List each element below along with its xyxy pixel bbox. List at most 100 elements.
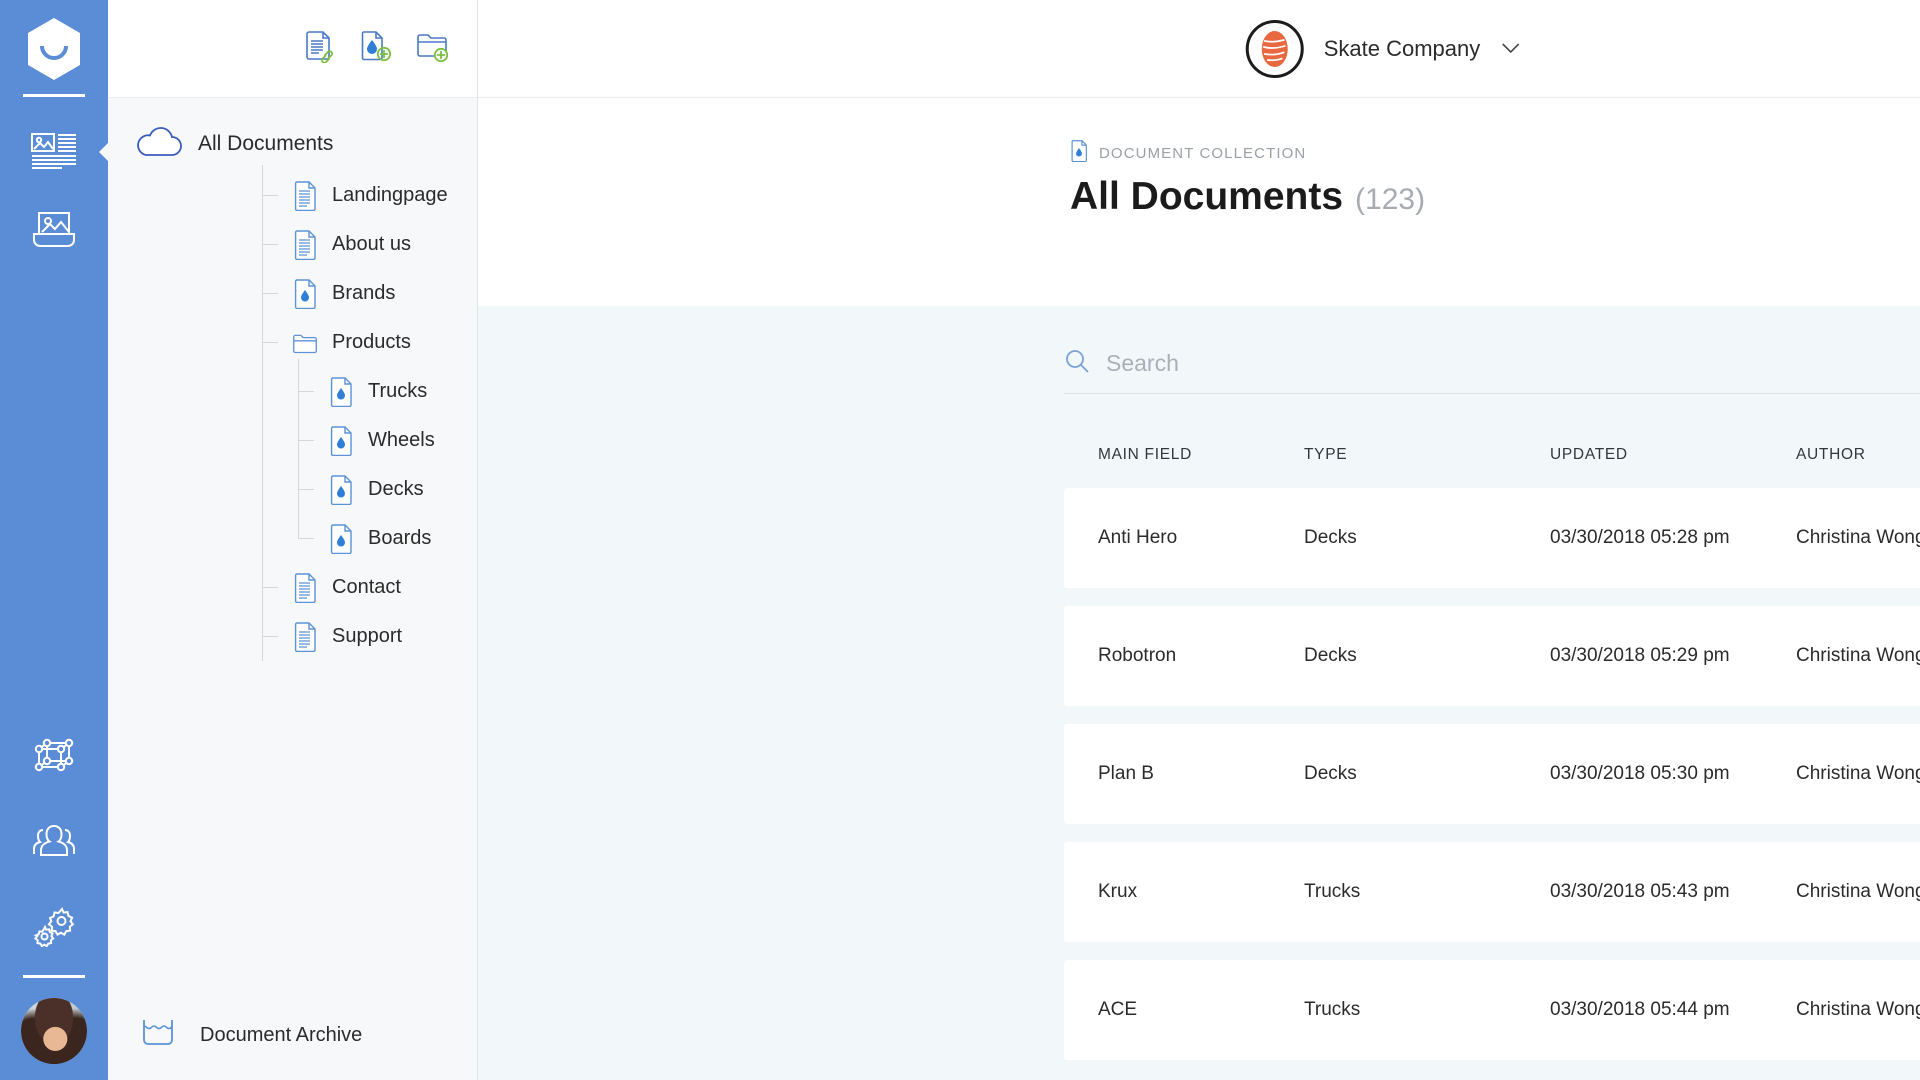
page-header-text: DOCUMENT COLLECTION All Documents (123) … bbox=[1070, 140, 1920, 219]
tree-connector bbox=[262, 636, 278, 637]
tree-connector bbox=[298, 489, 314, 490]
tree-connector bbox=[262, 293, 278, 294]
tree-connector bbox=[298, 538, 314, 539]
content-board: ALL TYPES MAIN FIELD TYPE UPDATED AUTHOR… bbox=[478, 306, 1920, 1080]
cell-author: Christina Wong bbox=[1796, 763, 1920, 784]
tree-item-brands[interactable]: Brands bbox=[172, 269, 477, 318]
sidebar-item-users[interactable] bbox=[27, 815, 81, 869]
tree-connector bbox=[298, 440, 314, 441]
sidebar-item-settings[interactable] bbox=[27, 899, 81, 953]
cell-updated: 03/30/2018 05:28 pm bbox=[1550, 527, 1730, 548]
tree-item-about-us[interactable]: About us bbox=[172, 220, 477, 269]
cell-type: Trucks bbox=[1304, 999, 1361, 1020]
tree-item-label: Brands bbox=[332, 282, 396, 304]
tree-item-label: Wheels bbox=[368, 429, 435, 451]
document-droplet-icon bbox=[328, 523, 354, 554]
archive-basket-icon bbox=[138, 1016, 180, 1055]
tree-item-contact[interactable]: Contact bbox=[172, 563, 477, 612]
tree-connector bbox=[262, 195, 278, 196]
folder-icon bbox=[292, 330, 318, 356]
document-droplet-icon bbox=[328, 474, 354, 505]
app-logo[interactable] bbox=[24, 16, 84, 82]
document-lines-icon bbox=[292, 621, 318, 652]
new-document-icon[interactable] bbox=[359, 29, 393, 68]
table-row[interactable]: Plan B Decks 03/30/2018 05:30 pm Christi… bbox=[1064, 724, 1920, 824]
brand-name: Skate Company bbox=[1323, 35, 1481, 61]
tree-item-boards[interactable]: Boards bbox=[208, 514, 477, 563]
tree-item-wheels[interactable]: Wheels bbox=[208, 416, 477, 465]
cell-type: Decks bbox=[1304, 763, 1357, 784]
document-droplet-icon bbox=[292, 278, 318, 309]
table-header-row: MAIN FIELD TYPE UPDATED AUTHOR STATUS bbox=[1064, 446, 1920, 488]
top-header: Skate Company bbox=[478, 0, 1920, 98]
table-row[interactable]: Krux Trucks 03/30/2018 05:43 pm Christin… bbox=[1064, 842, 1920, 942]
avatar[interactable] bbox=[21, 998, 87, 1064]
cell-main-field: Plan B bbox=[1098, 763, 1154, 784]
page-title-text: All Documents bbox=[1070, 175, 1344, 218]
new-folder-icon[interactable] bbox=[415, 29, 451, 68]
tree-connector bbox=[298, 391, 314, 392]
cell-updated: 03/30/2018 05:43 pm bbox=[1550, 881, 1730, 902]
tree-toolbar bbox=[108, 0, 477, 98]
search-icon bbox=[1064, 348, 1090, 379]
tree-item-all-documents[interactable]: All Documents bbox=[108, 116, 477, 171]
main-area: Skate Company DOCUMENT COLLECTION All Do… bbox=[478, 0, 1920, 1080]
tree-item-decks[interactable]: Decks bbox=[208, 465, 477, 514]
new-linked-document-icon[interactable] bbox=[303, 29, 337, 68]
column-header-updated: UPDATED bbox=[1550, 446, 1628, 463]
tree-item-label: Contact bbox=[332, 576, 401, 598]
brand-switcher[interactable]: Skate Company bbox=[1245, 19, 1521, 78]
cell-updated: 03/30/2018 05:30 pm bbox=[1550, 763, 1730, 784]
tree-connector bbox=[262, 244, 278, 245]
cell-main-field: Krux bbox=[1098, 881, 1138, 902]
tree-item-label: Products bbox=[332, 331, 411, 353]
cell-updated: 03/30/2018 05:44 pm bbox=[1550, 999, 1730, 1020]
document-lines-icon bbox=[292, 180, 318, 211]
document-lines-icon bbox=[292, 572, 318, 603]
sidebar-item-models[interactable] bbox=[27, 731, 81, 785]
search-input[interactable] bbox=[1106, 350, 1920, 377]
tree-body: All Documents Landingpage About us Brand… bbox=[108, 98, 477, 1080]
tree-item-document-archive[interactable]: Document Archive bbox=[108, 990, 478, 1080]
table-row[interactable]: ACE Trucks 03/30/2018 05:44 pm Christina… bbox=[1064, 960, 1920, 1060]
tree-item-trucks[interactable]: Trucks bbox=[208, 367, 477, 416]
rail-divider-bottom bbox=[23, 975, 85, 978]
tree-item-label: Boards bbox=[368, 527, 432, 549]
tree-item-label: Support bbox=[332, 625, 403, 647]
page-header-inner: DOCUMENT COLLECTION All Documents (123) … bbox=[478, 140, 1920, 219]
column-header-author: AUTHOR bbox=[1796, 446, 1866, 463]
sidebar-item-content[interactable] bbox=[27, 125, 112, 179]
cell-type: Trucks bbox=[1304, 881, 1361, 902]
tree-item-landingpage[interactable]: Landingpage bbox=[172, 171, 477, 220]
app-root: All Documents Landingpage About us Brand… bbox=[0, 0, 1920, 1080]
search-box[interactable] bbox=[1064, 348, 1920, 394]
document-droplet-icon bbox=[1070, 140, 1088, 167]
tree-connector bbox=[262, 342, 278, 343]
skate-company-logo bbox=[1245, 19, 1304, 78]
tree-item-support[interactable]: Support bbox=[172, 612, 477, 661]
tree-item-label: All Documents bbox=[198, 131, 334, 155]
tree-children-level-1: Landingpage About us Brands Products Tru… bbox=[172, 165, 477, 661]
cell-type: Decks bbox=[1304, 645, 1357, 666]
tree-connector bbox=[262, 587, 278, 588]
cell-author: Christina Wong bbox=[1796, 881, 1920, 902]
document-droplet-icon bbox=[328, 425, 354, 456]
tree-item-label: About us bbox=[332, 233, 411, 255]
table-row[interactable]: Anti Hero Decks 03/30/2018 05:28 pm Chri… bbox=[1064, 488, 1920, 588]
rail-top-group bbox=[27, 125, 112, 257]
view-tabs: {...} bbox=[478, 219, 1920, 306]
tree-item-label: Decks bbox=[368, 478, 424, 500]
cell-author: Christina Wong bbox=[1796, 999, 1920, 1020]
table-row[interactable]: Robotron Decks 03/30/2018 05:29 pm Chris… bbox=[1064, 606, 1920, 706]
column-header-main-field: MAIN FIELD bbox=[1098, 446, 1192, 463]
sidebar-item-media[interactable] bbox=[27, 203, 81, 257]
cloud-icon bbox=[132, 124, 184, 163]
page-title-count: (123) bbox=[1355, 183, 1426, 216]
page-title: All Documents (123) bbox=[1070, 175, 1920, 219]
column-header-type: TYPE bbox=[1304, 446, 1348, 463]
page-header: DOCUMENT COLLECTION All Documents (123) … bbox=[478, 98, 1920, 306]
tree-item-products[interactable]: Products bbox=[172, 318, 477, 367]
breadcrumb-label: DOCUMENT COLLECTION bbox=[1099, 145, 1307, 162]
filters-bar: ALL TYPES bbox=[1064, 348, 1920, 394]
documents-table: MAIN FIELD TYPE UPDATED AUTHOR STATUS An… bbox=[1064, 446, 1920, 1060]
